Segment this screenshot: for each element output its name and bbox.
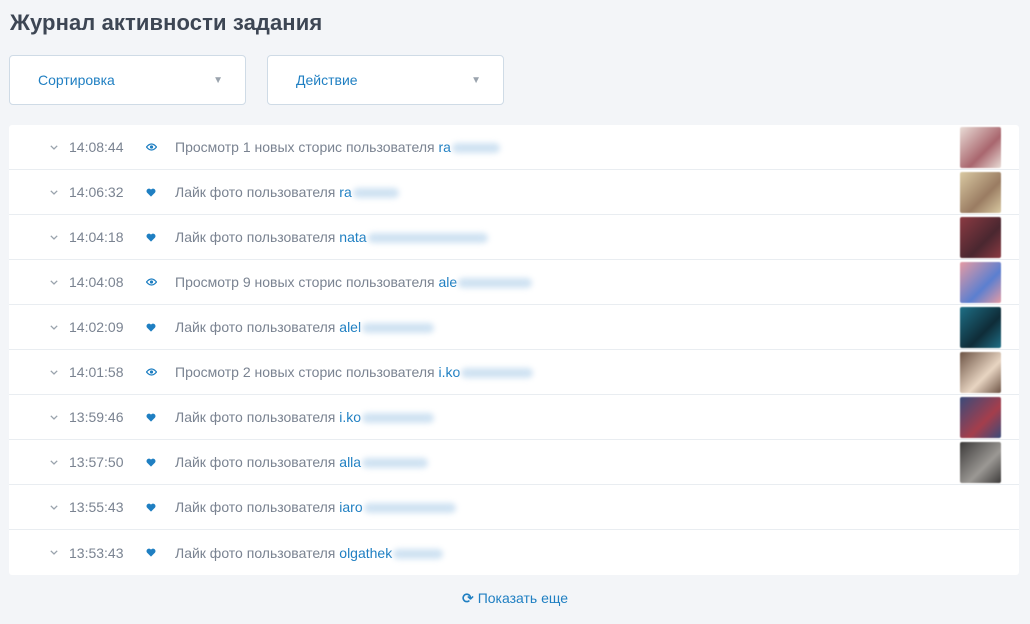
chevron-down-icon[interactable] (49, 455, 59, 469)
username-link[interactable]: iaro (339, 499, 362, 515)
log-message: Лайк фото пользователя olgathek (175, 544, 444, 561)
chevron-down-icon[interactable] (49, 500, 59, 514)
username-redacted (363, 503, 456, 514)
log-message-text: Лайк фото пользователя (175, 319, 340, 335)
log-message: Лайк фото пользователя ra (175, 184, 399, 200)
log-time: 13:59:46 (69, 409, 124, 425)
username-link[interactable]: i.ko (439, 364, 461, 380)
sort-dropdown[interactable]: Сортировка ▼ (9, 55, 246, 105)
log-row: 13:55:43 Лайк фото пользователя iaro (9, 485, 1019, 530)
log-message: Лайк фото пользователя i.ko (175, 409, 435, 425)
log-message-text: Лайк фото пользователя (175, 544, 340, 561)
user-avatar-thumbnail[interactable] (960, 127, 1001, 168)
log-time: 14:06:32 (69, 184, 124, 200)
username-link[interactable]: i.ko (339, 409, 361, 425)
log-row: 14:08:44 Просмотр 1 новых сторис пользова… (9, 125, 1019, 170)
log-message-text: Лайк фото пользователя (175, 454, 340, 470)
log-time: 14:04:08 (69, 274, 124, 290)
chevron-down-icon[interactable] (49, 140, 59, 154)
log-message: Просмотр 2 новых сторис пользователя i.k… (175, 364, 534, 380)
log-message-text: Просмотр 2 новых сторис пользователя (175, 364, 439, 380)
username-redacted (393, 548, 444, 559)
log-message: Просмотр 1 новых сторис пользователя ra (175, 139, 500, 155)
username-link[interactable]: ale (439, 274, 458, 290)
heart-icon (145, 320, 157, 334)
log-row: 14:06:32 Лайк фото пользователя ra (9, 170, 1019, 215)
user-avatar-thumbnail[interactable] (960, 262, 1001, 303)
heart-icon (145, 545, 157, 559)
caret-down-icon: ▼ (213, 74, 223, 86)
user-avatar-thumbnail[interactable] (960, 217, 1001, 258)
log-message: Лайк фото пользователя iaro (175, 499, 456, 515)
username-redacted (451, 143, 500, 154)
chevron-down-icon[interactable] (49, 410, 59, 424)
eye-icon (145, 275, 157, 289)
log-message: Лайк фото пользователя alla (175, 454, 429, 470)
log-time: 14:02:09 (69, 319, 124, 335)
chevron-down-icon[interactable] (49, 365, 59, 379)
log-message-text: Лайк фото пользователя (175, 499, 340, 515)
refresh-icon: ⟳ (461, 590, 474, 606)
chevron-down-icon[interactable] (49, 185, 59, 199)
username-redacted (362, 323, 435, 334)
log-message-text: Лайк фото пользователя (175, 184, 340, 200)
username-link[interactable]: ra (339, 184, 351, 200)
username-redacted (458, 278, 533, 289)
username-redacted (461, 368, 534, 379)
log-row: 13:59:46 Лайк фото пользователя i.ko (9, 395, 1019, 440)
log-row: 13:57:50 Лайк фото пользователя alla (9, 440, 1019, 485)
username-link[interactable]: alla (339, 454, 361, 470)
log-time: 13:57:50 (69, 454, 124, 470)
log-time: 14:04:18 (69, 229, 124, 245)
log-time: 13:55:43 (69, 499, 124, 515)
username-redacted (362, 458, 429, 469)
username-link[interactable]: alel (339, 319, 361, 335)
log-row: 14:04:08 Просмотр 9 новых сторис пользова… (9, 260, 1019, 305)
username-link[interactable]: nata (339, 229, 366, 245)
activity-log-list: 14:08:44 Просмотр 1 новых сторис пользова… (9, 125, 1019, 575)
username-link[interactable]: ra (439, 139, 451, 155)
log-time: 14:08:44 (69, 139, 124, 155)
eye-icon (145, 365, 157, 379)
log-row: 14:01:58 Просмотр 2 новых сторис пользова… (9, 350, 1019, 395)
page-title: Журнал активности задания (10, 10, 323, 35)
heart-icon (145, 185, 157, 199)
heart-icon (145, 230, 157, 244)
username-redacted (352, 188, 399, 199)
username-redacted (367, 233, 488, 244)
username-link[interactable]: olgathek (339, 545, 392, 561)
log-message-text: Просмотр 1 новых сторис пользователя (175, 139, 439, 155)
log-row: 14:04:18 Лайк фото пользователя nata (9, 215, 1019, 260)
log-message-text: Лайк фото пользователя (175, 409, 340, 425)
log-message-text: Просмотр 9 новых сторис пользователя (175, 274, 439, 290)
chevron-down-icon[interactable] (49, 230, 59, 244)
log-message: Лайк фото пользователя nata (175, 229, 488, 245)
action-dropdown-label: Действие (296, 72, 358, 88)
username-redacted (362, 413, 435, 424)
heart-icon (145, 410, 157, 424)
user-avatar-thumbnail[interactable] (960, 397, 1001, 438)
log-row: 14:02:09 Лайк фото пользователя alel (9, 305, 1019, 350)
log-row: 13:53:43 Лайк фото пользователя olgathek (9, 530, 1019, 575)
log-message-text: Лайк фото пользователя (175, 229, 340, 245)
heart-icon (145, 455, 157, 469)
show-more-button[interactable]: ⟳ Показать еще (0, 590, 1030, 607)
log-time: 14:01:58 (69, 364, 124, 380)
eye-icon (145, 140, 157, 154)
user-avatar-thumbnail[interactable] (960, 172, 1001, 213)
user-avatar-thumbnail[interactable] (960, 352, 1001, 393)
chevron-down-icon[interactable] (49, 545, 59, 559)
user-avatar-thumbnail[interactable] (960, 307, 1001, 348)
log-time: 13:53:43 (69, 544, 124, 561)
heart-icon (145, 500, 157, 514)
show-more-label: Показать еще (477, 590, 569, 606)
caret-down-icon: ▼ (471, 74, 481, 86)
chevron-down-icon[interactable] (49, 320, 59, 334)
chevron-down-icon[interactable] (49, 275, 59, 289)
user-avatar-thumbnail[interactable] (960, 442, 1001, 483)
sort-dropdown-label: Сортировка (38, 72, 115, 88)
action-dropdown[interactable]: Действие ▼ (267, 55, 504, 105)
log-message: Просмотр 9 новых сторис пользователя ale (175, 274, 533, 290)
log-message: Лайк фото пользователя alel (175, 319, 435, 335)
